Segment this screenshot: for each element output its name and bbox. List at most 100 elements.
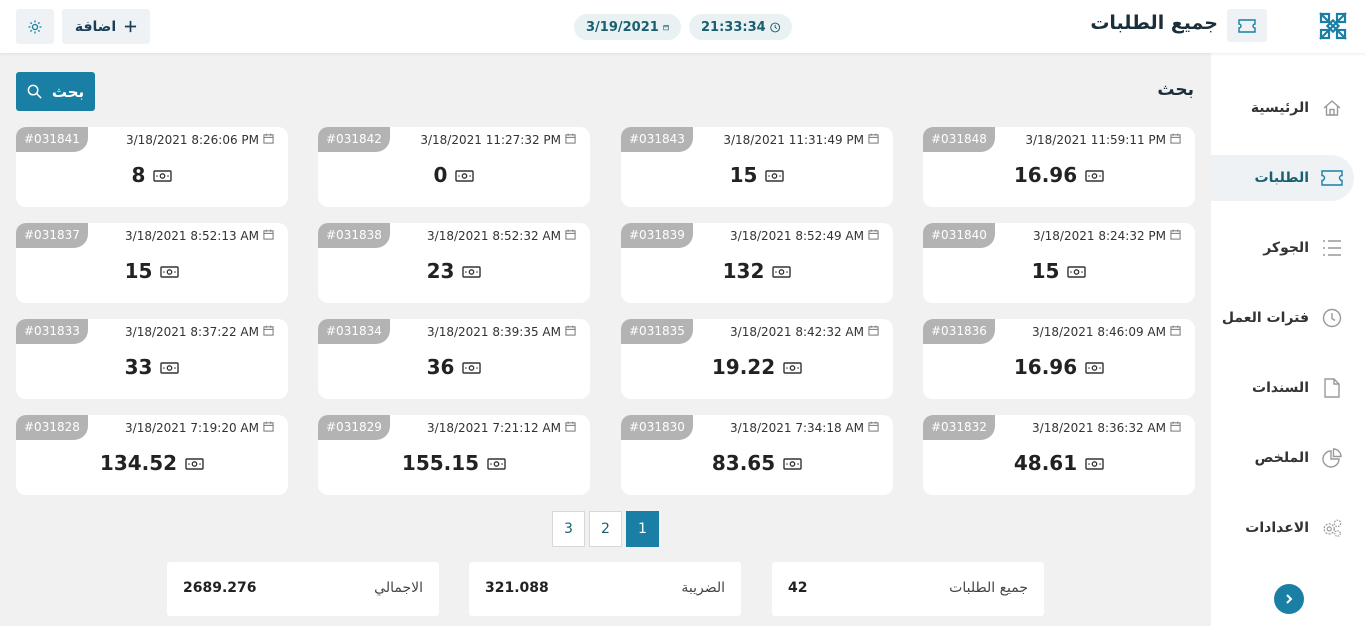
sidebar-item-orders[interactable]: الطلبات	[1211, 155, 1354, 201]
page-title: جميع الطلبات	[1090, 12, 1218, 34]
add-button[interactable]: اضافة	[62, 9, 150, 44]
cash-icon	[185, 451, 204, 475]
order-card[interactable]: #031833 3/18/2021 8:37:22 AM 33	[16, 319, 288, 399]
summary-label: جميع الطلبات	[949, 580, 1028, 596]
order-id-badge: #031832	[923, 415, 995, 440]
order-card[interactable]: #031839 3/18/2021 8:52:49 AM 132	[621, 223, 893, 303]
order-id-badge: #031848	[923, 127, 995, 152]
order-card[interactable]: #031838 3/18/2021 8:52:32 AM 23	[318, 223, 590, 303]
time-value: 21:33:34	[701, 19, 766, 35]
search-button[interactable]: بحث	[16, 72, 95, 111]
add-button-label: اضافة	[74, 18, 117, 35]
order-card[interactable]: #031832 3/18/2021 8:36:32 AM 48.61	[923, 415, 1195, 495]
order-card[interactable]: #031836 3/18/2021 8:46:09 AM 16.96	[923, 319, 1195, 399]
search-button-label: بحث	[51, 82, 85, 101]
summary-label: الاجمالي	[374, 580, 423, 596]
calendar-icon	[565, 229, 576, 243]
calendar-icon	[1170, 133, 1181, 147]
order-amount-value: 15	[1031, 259, 1060, 283]
sidebar: الرئيسية الطلبات الجوكر فترات العمل السن…	[1211, 53, 1366, 626]
calendar-icon	[565, 421, 576, 435]
plus-icon	[125, 20, 137, 33]
page-1-button[interactable]: 1	[626, 511, 659, 547]
sidebar-item-label: الرئيسية	[1250, 100, 1309, 116]
order-card[interactable]: #031830 3/18/2021 7:34:18 AM 83.65	[621, 415, 893, 495]
page-number: 2	[601, 521, 610, 537]
sidebar-item-joker[interactable]: الجوكر	[1211, 225, 1354, 271]
sidebar-item-summary[interactable]: الملخص	[1211, 435, 1354, 481]
order-amount-value: 155.15	[401, 451, 480, 475]
order-amount-value: 33	[124, 355, 153, 379]
cash-icon	[1085, 355, 1104, 379]
order-id-badge: #031842	[318, 127, 390, 152]
order-amount: 134.52	[16, 451, 288, 475]
order-amount: 33	[16, 355, 288, 379]
sidebar-item-home[interactable]: الرئيسية	[1211, 85, 1354, 131]
order-amount: 83.65	[621, 451, 893, 475]
order-amount: 19.22	[621, 355, 893, 379]
order-card[interactable]: #031828 3/18/2021 7:19:20 AM 134.52	[16, 415, 288, 495]
sidebar-item-settings[interactable]: الاعدادات	[1211, 505, 1354, 551]
order-amount: 36	[318, 355, 590, 379]
order-datetime-text: 3/18/2021 8:36:32 AM	[1032, 421, 1166, 435]
order-datetime-text: 3/18/2021 8:24:32 PM	[1032, 229, 1166, 243]
summary-total-orders: جميع الطلبات 42	[772, 562, 1044, 616]
page-3-button[interactable]: 3	[552, 511, 585, 547]
order-datetime-text: 3/18/2021 8:52:32 AM	[427, 229, 561, 243]
order-card[interactable]: #031848 3/18/2021 11:59:11 PM 16.96	[923, 127, 1195, 207]
calendar-icon	[663, 24, 669, 30]
summary-label: الضريبة	[681, 580, 725, 596]
calendar-icon	[1170, 421, 1181, 435]
order-datetime: 3/18/2021 8:24:32 PM	[1033, 229, 1181, 243]
order-card[interactable]: #031841 3/18/2021 8:26:06 PM 8	[16, 127, 288, 207]
order-card[interactable]: #031840 3/18/2021 8:24:32 PM 15	[923, 223, 1195, 303]
order-amount-value: 0	[433, 163, 448, 187]
order-datetime: 3/18/2021 8:26:06 PM	[126, 133, 274, 147]
order-amount: 48.61	[923, 451, 1195, 475]
cash-icon	[455, 163, 475, 187]
order-card[interactable]: #031843 3/18/2021 11:31:49 PM 15	[621, 127, 893, 207]
calendar-icon	[263, 133, 274, 147]
order-datetime: 3/18/2021 8:36:32 AM	[1032, 421, 1181, 435]
calendar-icon	[868, 325, 879, 339]
settings-button[interactable]	[16, 9, 54, 44]
calendar-icon	[263, 229, 274, 243]
order-datetime: 3/18/2021 7:34:18 AM	[730, 421, 879, 435]
order-id-badge: #031837	[16, 223, 88, 248]
order-id-badge: #031840	[923, 223, 995, 248]
order-datetime-text: 3/18/2021 8:52:13 AM	[125, 229, 259, 243]
order-id-badge: #031829	[318, 415, 390, 440]
cash-icon	[772, 259, 792, 283]
order-card[interactable]: #031834 3/18/2021 8:39:35 AM 36	[318, 319, 590, 399]
brand-logo-icon[interactable]	[1317, 10, 1349, 42]
order-card[interactable]: #031835 3/18/2021 8:42:32 AM 19.22	[621, 319, 893, 399]
sidebar-item-vouchers[interactable]: السندات	[1211, 365, 1354, 411]
top-bar: جميع الطلبات 21:33:34 3/19/2021 اضافة	[0, 0, 1366, 53]
order-datetime: 3/18/2021 7:19:20 AM	[125, 421, 274, 435]
page-2-button[interactable]: 2	[589, 511, 622, 547]
chevron-right-icon	[1286, 594, 1293, 604]
order-datetime: 3/18/2021 8:52:13 AM	[125, 229, 274, 243]
order-card[interactable]: #031837 3/18/2021 8:52:13 AM 15	[16, 223, 288, 303]
list-icon	[1321, 237, 1343, 259]
cash-icon	[1067, 259, 1087, 283]
collapse-sidebar-button[interactable]	[1274, 584, 1304, 614]
order-amount-value: 16.96	[1013, 163, 1078, 187]
sidebar-item-shifts[interactable]: فترات العمل	[1211, 295, 1354, 341]
cash-icon	[160, 355, 180, 379]
order-amount-value: 23	[426, 259, 455, 283]
order-datetime-text: 3/18/2021 8:37:22 AM	[125, 325, 259, 339]
order-amount-value: 134.52	[99, 451, 178, 475]
ticket-icon	[1227, 9, 1267, 42]
order-card[interactable]: #031842 3/18/2021 11:27:32 PM 0	[318, 127, 590, 207]
order-amount: 15	[621, 163, 893, 187]
order-id-badge: #031830	[621, 415, 693, 440]
order-card[interactable]: #031829 3/18/2021 7:21:12 AM 155.15	[318, 415, 590, 495]
order-id-badge: #031828	[16, 415, 88, 440]
page-number: 1	[638, 521, 647, 537]
gear-icon	[28, 20, 42, 33]
order-datetime-text: 3/18/2021 8:46:09 AM	[1032, 325, 1166, 339]
order-amount: 16.96	[923, 163, 1195, 187]
order-id-badge: #031841	[16, 127, 88, 152]
search-heading: بحث	[1157, 80, 1194, 100]
